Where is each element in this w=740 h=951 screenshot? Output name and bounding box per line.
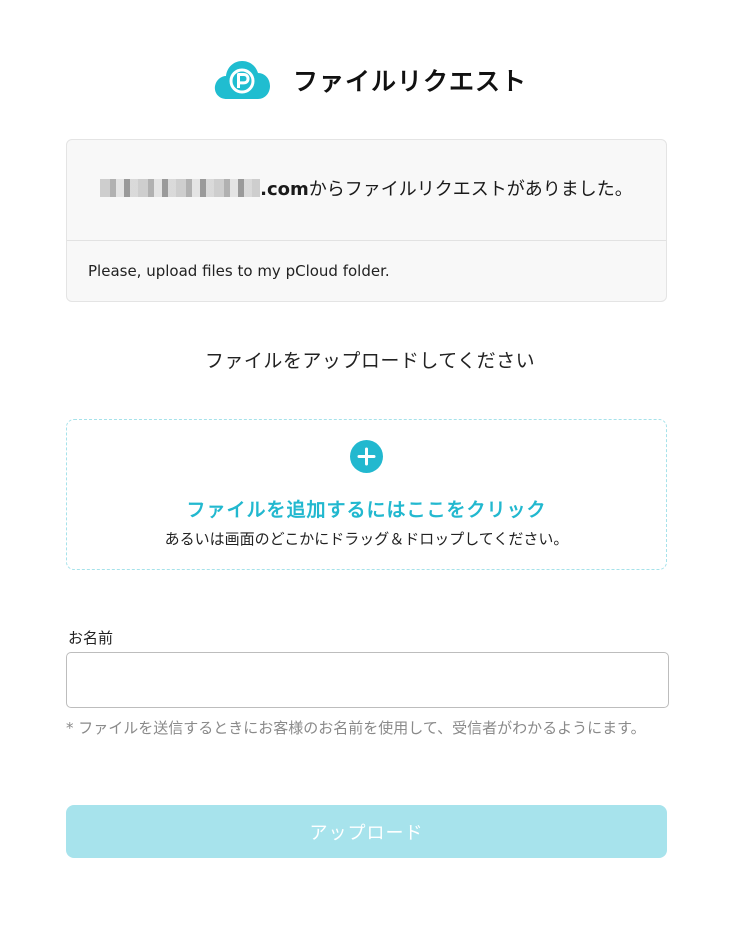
- pcloud-logo-icon: [214, 61, 270, 99]
- file-dropzone[interactable]: ファイルを追加するにはここをクリック あるいは画面のどこかにドラッグ＆ドロップし…: [66, 419, 667, 570]
- page-title: ファイルリクエスト: [292, 67, 527, 96]
- name-input[interactable]: [66, 652, 669, 708]
- add-files-link[interactable]: ファイルを追加するにはここをクリック: [186, 495, 546, 522]
- drag-drop-hint: あるいは画面のどこかにドラッグ＆ドロップしてください。: [164, 530, 569, 548]
- request-info-box: .comからファイルリクエストがありました。 Please, upload fi…: [66, 139, 667, 302]
- request-text: からファイルリクエストがありました。: [308, 179, 633, 200]
- upload-button[interactable]: アップロード: [66, 805, 667, 858]
- name-label: お名前: [68, 629, 114, 647]
- plus-circle-icon[interactable]: [350, 440, 383, 473]
- redacted-email: [100, 179, 261, 197]
- header: ファイルリクエスト: [0, 58, 740, 102]
- email-domain-suffix: .com: [260, 179, 309, 200]
- name-hint: * ファイルを送信するときにお客様のお名前を使用して、受信者がわかるようにます。: [66, 719, 646, 737]
- upload-prompt: ファイルをアップロードしてください: [204, 350, 536, 372]
- file-request-page: ファイルリクエスト .comからファイルリクエストがありました。 Please,…: [0, 0, 740, 951]
- request-message: Please, upload files to my pCloud folder…: [88, 262, 390, 280]
- request-sender-text: .comからファイルリクエストがありました。: [67, 140, 666, 241]
